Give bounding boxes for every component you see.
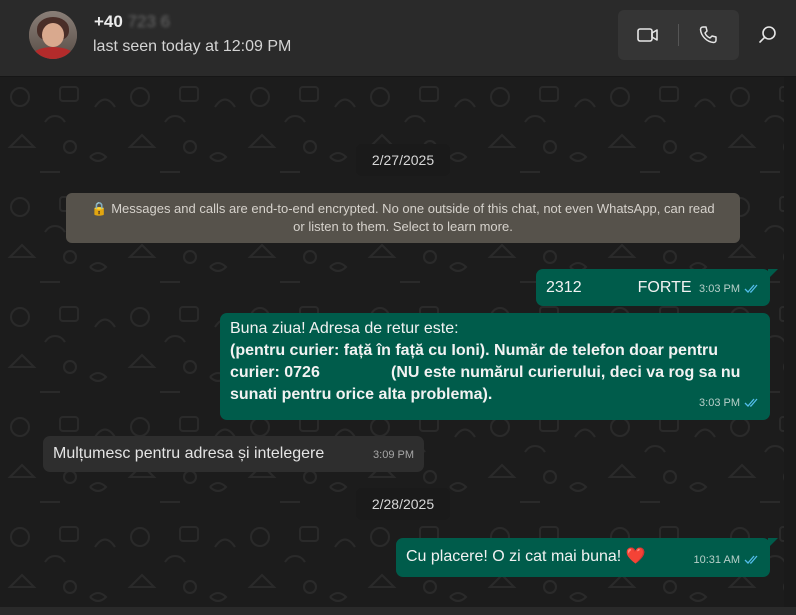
message-time: 3:03 PM [699,283,740,295]
message-meta: 3:03 PM [699,278,760,300]
video-camera-icon [637,28,658,42]
outgoing-message[interactable]: Buna ziua! Adresa de retur este: (pentru… [220,313,770,420]
bubble-tail [768,269,778,279]
message-list[interactable]: 2/27/2025 🔒 Messages and calls are end-t… [0,77,784,607]
date-separator: 2/27/2025 [356,144,450,176]
contact-name[interactable]: +40 723 6 [94,12,170,32]
message-text: Mulțumesc pentru adresa și intelegere [53,445,325,462]
read-receipt-icon [744,398,758,407]
contact-number-blurred: 723 6 [127,12,171,31]
encryption-notice-line1: 🔒 Messages and calls are end-to-end encr… [91,201,715,216]
encryption-notice[interactable]: 🔒 Messages and calls are end-to-end encr… [66,193,740,243]
video-call-button[interactable] [632,19,664,51]
message-meta: 3:03 PM [699,392,760,414]
message-meta: 10:31 AM [694,549,760,571]
message-line: sunati pentru orice alta problema). [230,386,493,403]
message-line: Buna ziua! Adresa de retur este: [230,320,459,337]
search-button[interactable] [752,19,784,51]
divider [678,24,679,46]
bubble-tail [768,538,778,548]
chat-header: +40 723 6 last seen today at 12:09 PM [0,0,796,77]
message-text-suffix: FORTE [637,279,692,296]
message-time: 10:31 AM [693,554,740,566]
encryption-notice-line2: or listen to them. Select to learn more. [293,219,513,234]
composer-edge [0,607,796,615]
date-separator: 2/28/2025 [356,488,450,520]
contact-prefix: +40 [94,12,123,31]
message-line: curier: 0726 [230,364,320,381]
message-meta: 3:09 PM [373,444,414,466]
message-line: (NU este numărul curierului, deci va rog… [391,364,741,381]
outgoing-message[interactable]: Cu placere! O zi cat mai buna! ❤️ 10:31 … [396,538,778,577]
scrollbar[interactable] [784,77,796,607]
last-seen-status: last seen today at 12:09 PM [93,38,292,55]
contact-avatar[interactable] [29,11,77,59]
message-text: 2312 [546,279,582,296]
outgoing-message[interactable]: 2312xxxxxxxFORTE 3:03 PM [536,269,778,306]
incoming-message[interactable]: Mulțumesc pentru adresa și intelegere 3:… [43,436,424,472]
message-text: Cu placere! O zi cat mai buna! ❤️ [406,548,646,565]
message-line: (pentru curier: față în față cu Ioni). N… [230,342,719,359]
search-icon [759,26,776,43]
message-time: 3:03 PM [699,397,740,409]
read-receipt-icon [744,555,758,564]
phone-icon [699,26,717,44]
message-time: 3:09 PM [373,449,414,461]
voice-call-button[interactable] [692,19,724,51]
read-receipt-icon [744,284,758,293]
